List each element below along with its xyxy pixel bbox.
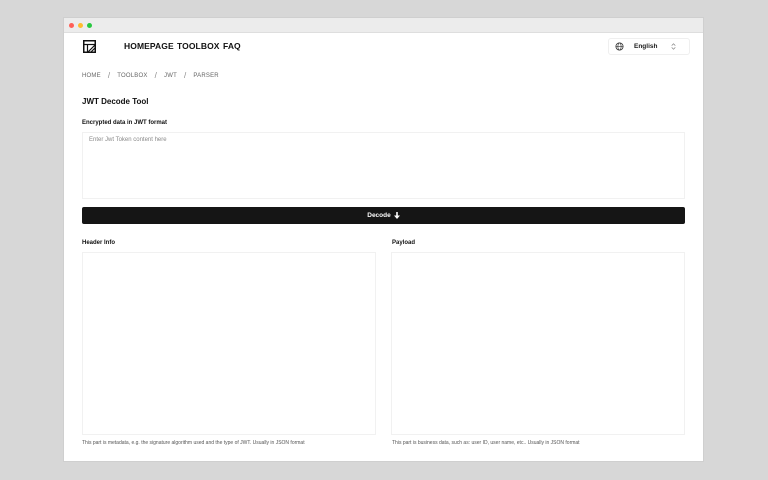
nav-link-homepage[interactable]: HOMEPAGE: [124, 41, 174, 51]
nav-link-faq[interactable]: FAQ: [223, 41, 241, 51]
payload-label: Payload: [392, 240, 416, 246]
decode-button-label: Decode: [367, 212, 391, 219]
breadcrumb: HOME / TOOLBOX / JWT / PARSER: [82, 71, 219, 80]
maximize-window-button[interactable]: [87, 22, 92, 28]
header-info-label: Header Info: [82, 240, 116, 246]
globe-icon: [615, 42, 624, 51]
payload-hint: This part is business data, such as: use…: [392, 440, 580, 446]
language-select[interactable]: English: [608, 38, 690, 55]
breadcrumb-parser: PARSER: [193, 72, 219, 79]
breadcrumb-home[interactable]: HOME: [82, 73, 101, 79]
payload-output[interactable]: [391, 252, 685, 435]
top-navbar: HOMEPAGE TOOLBOX FAQ English: [64, 33, 703, 61]
decode-button[interactable]: Decode: [82, 207, 685, 224]
header-info-hint: This part is metadata, e.g. the signatur…: [82, 440, 305, 446]
close-window-button[interactable]: [69, 22, 74, 28]
logo-icon[interactable]: [83, 40, 96, 53]
breadcrumb-separator: /: [107, 71, 111, 80]
nav-link-toolbox[interactable]: TOOLBOX: [177, 41, 220, 51]
jwt-input-label: Encrypted data in JWT format: [82, 120, 168, 126]
window-titlebar: [64, 18, 703, 33]
breadcrumb-separator: /: [154, 71, 157, 80]
jwt-input[interactable]: [82, 132, 685, 199]
language-label: English: [634, 43, 658, 50]
breadcrumb-toolbox[interactable]: TOOLBOX: [117, 73, 147, 79]
browser-window: HOMEPAGE TOOLBOX FAQ English HOME / TOOL…: [63, 17, 704, 462]
arrow-down-icon: [393, 212, 400, 219]
breadcrumb-separator: /: [183, 71, 187, 80]
chevron-updown-icon: [671, 43, 676, 50]
minimize-window-button[interactable]: [78, 22, 83, 28]
page-title: JWT Decode Tool: [82, 97, 149, 106]
breadcrumb-jwt[interactable]: JWT: [164, 73, 177, 79]
header-info-output[interactable]: [82, 252, 376, 435]
